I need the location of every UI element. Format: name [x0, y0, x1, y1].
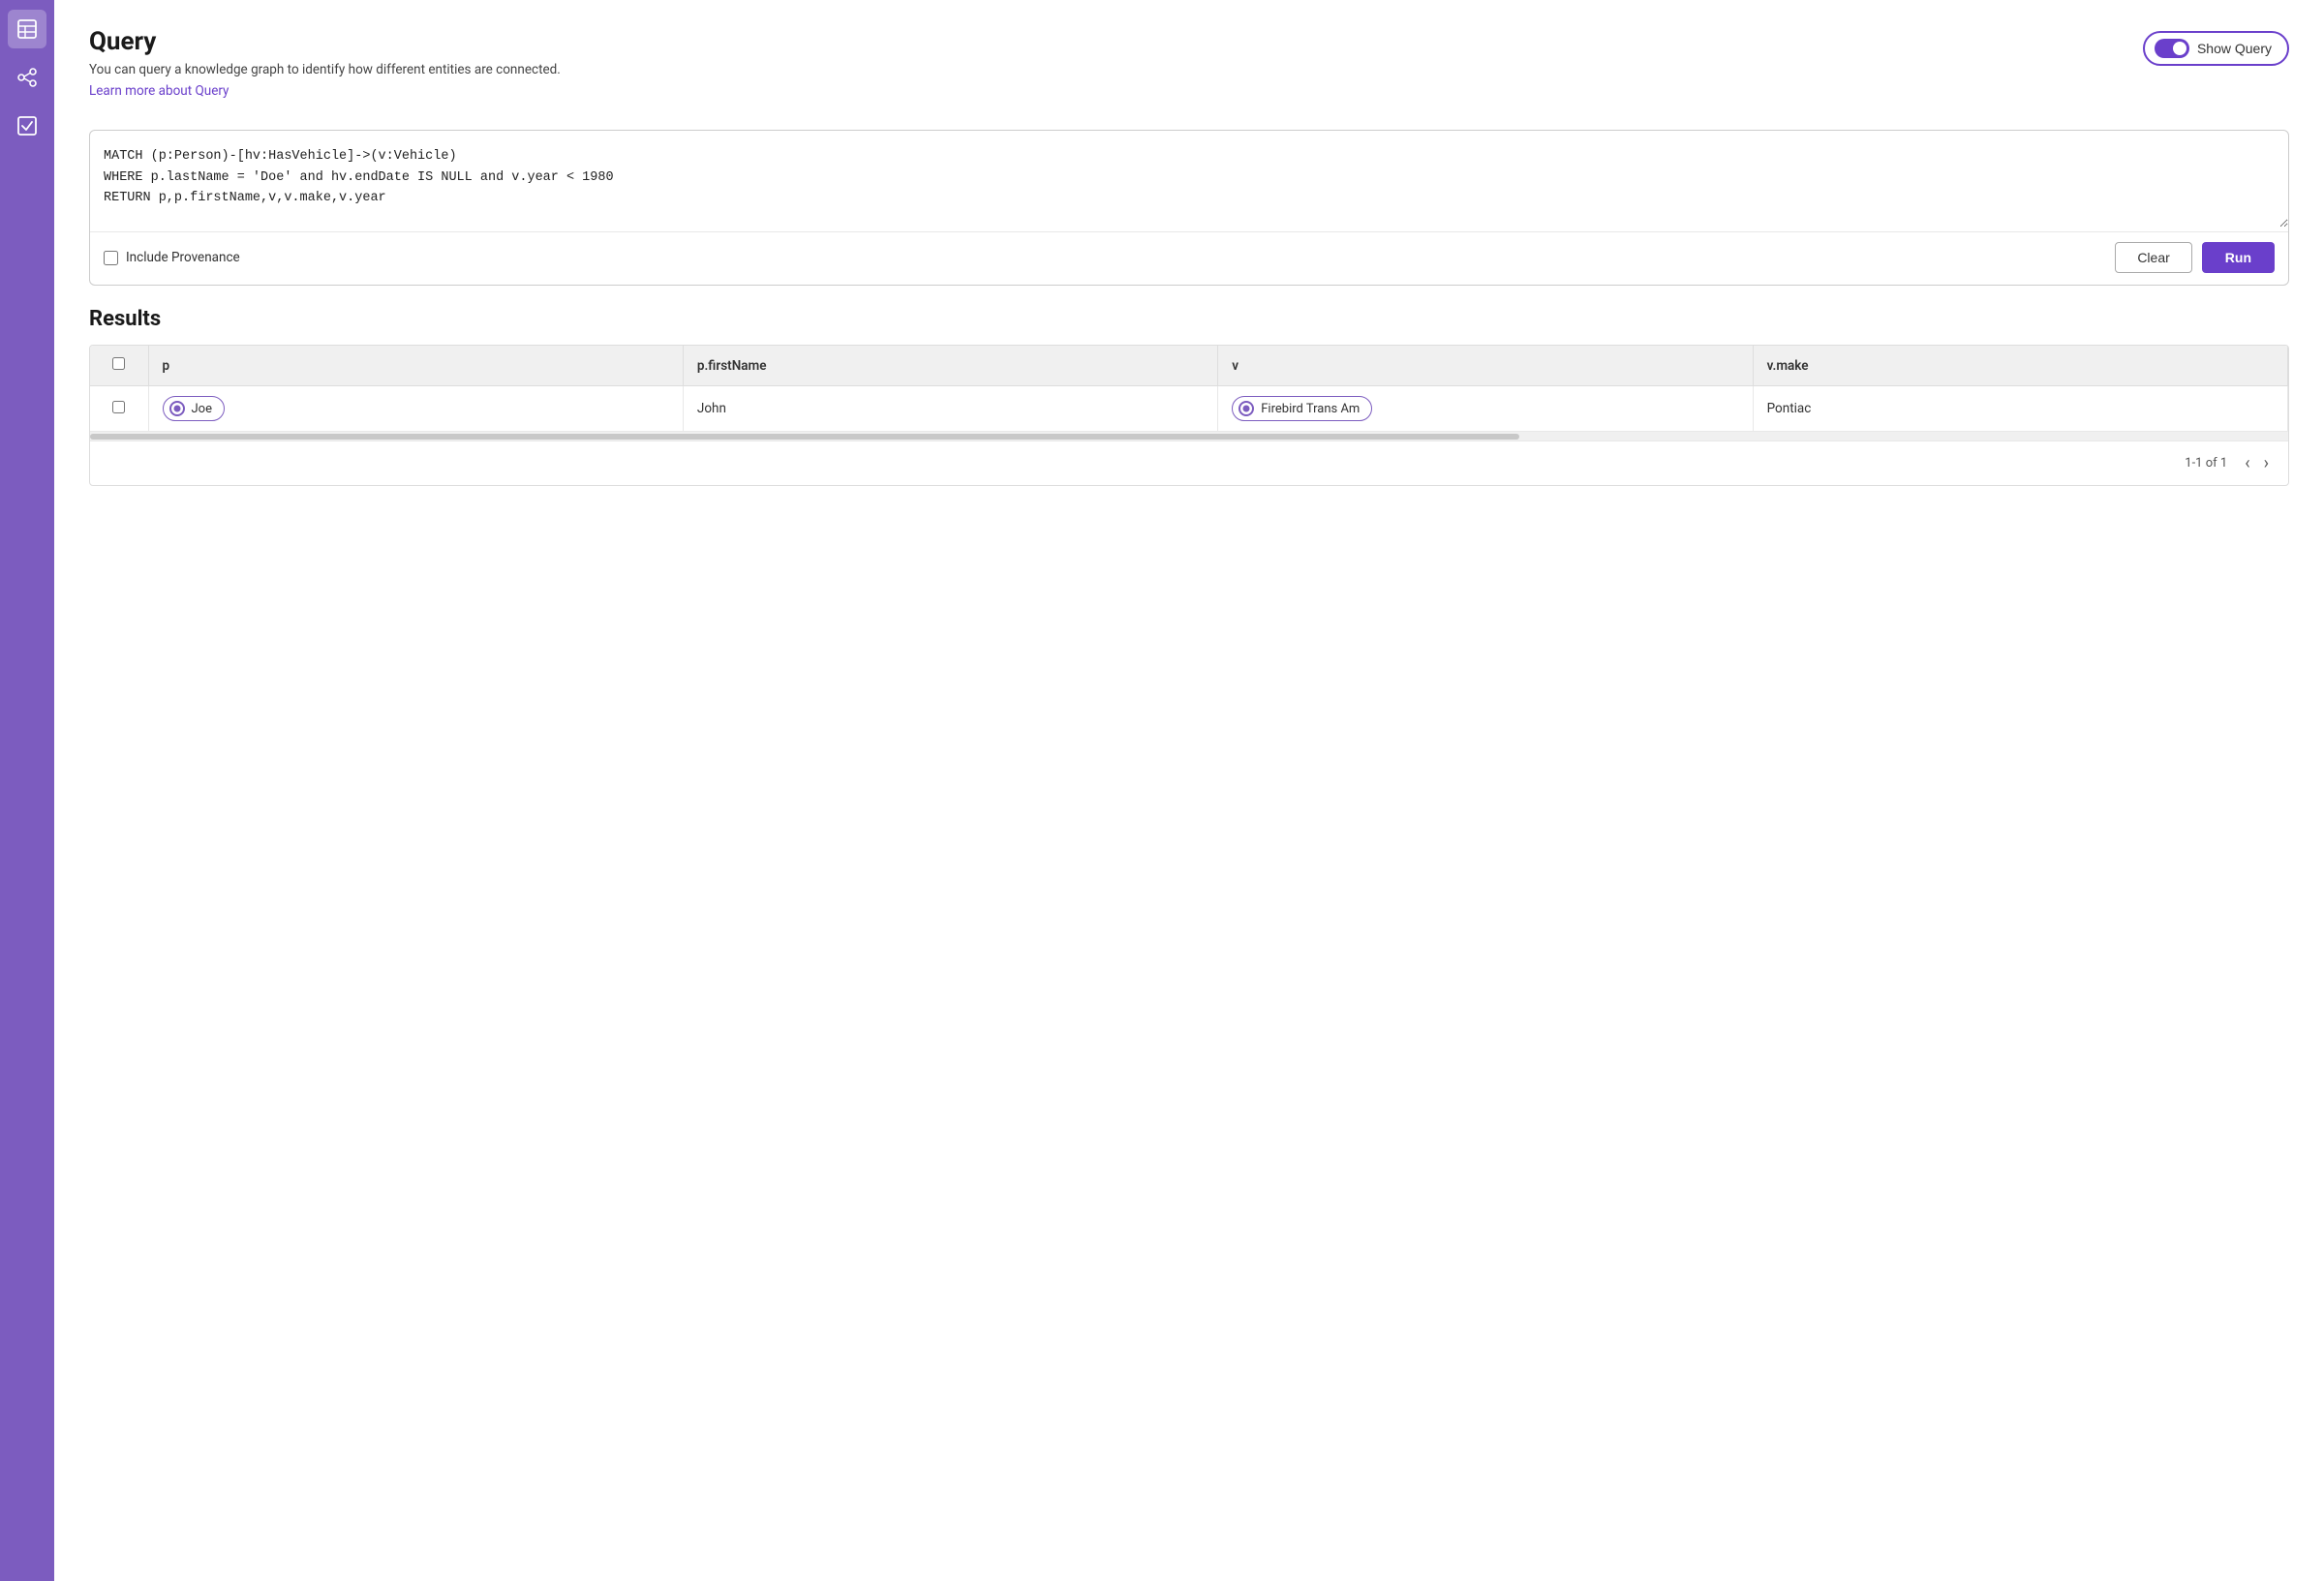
sidebar — [0, 0, 54, 1581]
query-buttons: Clear Run — [2115, 242, 2275, 273]
p-node-dot-icon — [169, 401, 185, 416]
header-left: Query You can query a knowledge graph to… — [89, 27, 2143, 116]
make-value: Pontiac — [1767, 401, 1812, 416]
row-v-cell: Firebird Trans Am — [1218, 386, 1753, 432]
v-node-badge[interactable]: Firebird Trans Am — [1232, 396, 1372, 421]
sidebar-item-table[interactable] — [8, 10, 46, 48]
col-header-p: p — [148, 346, 683, 386]
scrollbar-thumb — [90, 434, 1519, 440]
col-header-firstname: p.firstName — [683, 346, 1217, 386]
pagination-arrows: ‹ › — [2241, 451, 2273, 475]
sidebar-item-graph[interactable] — [8, 58, 46, 97]
firstname-value: John — [697, 401, 726, 416]
v-node-dot-icon — [1238, 401, 1254, 416]
include-provenance-label[interactable]: Include Provenance — [104, 250, 240, 265]
query-box: Include Provenance Clear Run — [89, 130, 2289, 286]
learn-more-link[interactable]: Learn more about Query — [89, 83, 229, 99]
p-node-label: Joe — [192, 402, 212, 416]
sidebar-item-check[interactable] — [8, 106, 46, 145]
results-table: p p.firstName v v.make — [90, 346, 2288, 431]
page-title: Query — [89, 27, 2143, 56]
col-header-make: v.make — [1753, 346, 2287, 386]
clear-button[interactable]: Clear — [2115, 242, 2191, 273]
show-query-label: Show Query — [2197, 41, 2272, 56]
col-header-v: v — [1218, 346, 1753, 386]
pagination-prev-button[interactable]: ‹ — [2241, 451, 2253, 475]
query-textarea[interactable] — [90, 131, 2288, 228]
select-all-checkbox[interactable] — [112, 357, 125, 370]
row-make-cell: Pontiac — [1753, 386, 2287, 432]
horizontal-scrollbar[interactable] — [90, 431, 2288, 441]
include-provenance-checkbox[interactable] — [104, 251, 118, 265]
page-description: You can query a knowledge graph to ident… — [89, 62, 2143, 77]
p-node-badge[interactable]: Joe — [163, 396, 225, 421]
query-footer: Include Provenance Clear Run — [90, 231, 2288, 285]
row-p-cell: Joe — [148, 386, 683, 432]
main-content: Query You can query a knowledge graph to… — [54, 0, 2324, 1581]
col-header-checkbox — [90, 346, 148, 386]
include-provenance-text: Include Provenance — [126, 250, 240, 265]
v-node-label: Firebird Trans Am — [1261, 402, 1360, 416]
toggle-switch-icon — [2155, 39, 2189, 58]
table-header-row: p p.firstName v v.make — [90, 346, 2288, 386]
results-table-wrapper: p p.firstName v v.make — [89, 345, 2289, 486]
results-title: Results — [89, 307, 2289, 331]
pagination-next-button[interactable]: › — [2260, 451, 2273, 475]
app-layout: Query You can query a knowledge graph to… — [0, 0, 2324, 1581]
run-button[interactable]: Run — [2202, 242, 2275, 273]
row-select-checkbox[interactable] — [112, 401, 125, 413]
show-query-toggle-button[interactable]: Show Query — [2143, 31, 2289, 66]
row-checkbox-cell — [90, 386, 148, 432]
table-row: Joe John Firebird Trans Am — [90, 386, 2288, 432]
pagination-info: 1-1 of 1 — [2185, 456, 2227, 471]
table-footer: 1-1 of 1 ‹ › — [90, 441, 2288, 485]
row-firstname-cell: John — [683, 386, 1217, 432]
header-row: Query You can query a knowledge graph to… — [89, 27, 2289, 116]
